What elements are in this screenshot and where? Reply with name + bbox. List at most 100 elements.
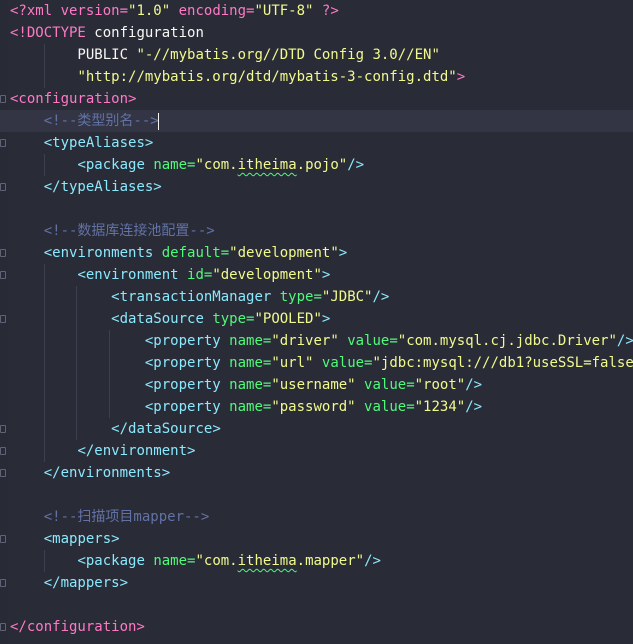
code-editor[interactable]: <?xml version="1.0" encoding="UTF-8" ?> <…: [0, 0, 633, 638]
code-token: PUBLIC: [10, 47, 137, 63]
code-line-12[interactable]: <environments default="development">: [0, 242, 633, 264]
code-token: package: [85, 157, 154, 173]
indent-guide: [76, 418, 78, 440]
code-token: <!--扫描项目mapper-->: [43, 509, 210, 525]
indent-guide: [44, 550, 46, 572]
code-token: />: [616, 333, 633, 349]
code-token: package: [85, 553, 154, 569]
code-token: "1.0": [128, 3, 171, 19]
code-token: <: [43, 531, 53, 547]
code-line-9[interactable]: </typeAliases>: [0, 176, 633, 198]
code-token: "development": [212, 267, 322, 283]
code-line-28[interactable]: [0, 594, 633, 616]
code-token: <configuration>: [10, 91, 137, 107]
indent-guide: [44, 154, 46, 176]
code-line-29[interactable]: </configuration>: [0, 616, 633, 638]
code-token: </configuration>: [10, 619, 145, 635]
code-token: ?>: [313, 3, 339, 19]
code-line-26[interactable]: <package name="com.itheima.mapper"/>: [0, 550, 633, 572]
code-token: "-//mybatis.org//DTD Config 3.0//EN": [136, 47, 440, 63]
code-token: "root": [414, 377, 466, 393]
code-line-21[interactable]: </environment>: [0, 440, 633, 462]
code-line-13[interactable]: <environment id="development">: [0, 264, 633, 286]
indent-guide: [76, 374, 78, 396]
code-line-19[interactable]: <property name="password" value="1234"/>: [0, 396, 633, 418]
code-line-18[interactable]: <property name="username" value="root"/>: [0, 374, 633, 396]
code-line-17[interactable]: <property name="url" value="jdbc:mysql:/…: [0, 352, 633, 374]
code-token: name=: [229, 355, 272, 371]
code-line-10[interactable]: [0, 198, 633, 220]
code-token: .pojo": [296, 157, 348, 173]
code-token: "jdbc:mysql:///db1?useSSL=false": [372, 355, 633, 371]
indent-guide: [44, 264, 46, 286]
indent-guide: [76, 396, 78, 418]
code-token: >: [321, 311, 331, 327]
code-line-27[interactable]: </mappers>: [0, 572, 633, 594]
code-token: "password": [271, 399, 356, 415]
code-line-8[interactable]: <package name="com.itheima.pojo"/>: [0, 154, 633, 176]
code-line-25[interactable]: <mappers>: [0, 528, 633, 550]
code-token: name=: [229, 333, 272, 349]
code-token: value=: [364, 399, 415, 415]
code-line-15[interactable]: <dataSource type="POOLED">: [0, 308, 633, 330]
code-token: </: [43, 575, 61, 591]
code-token: "driver": [271, 333, 339, 349]
code-line-7[interactable]: <typeAliases>: [0, 132, 633, 154]
code-line-4[interactable]: "http://mybatis.org/dtd/mybatis-3-config…: [0, 66, 633, 88]
code-token: mappers: [52, 531, 112, 547]
indent-guide: [44, 44, 46, 66]
indent-guide: [44, 418, 46, 440]
code-token: configuration: [94, 25, 204, 41]
code-token: />: [347, 157, 365, 173]
code-token: value=: [321, 355, 373, 371]
code-line-22[interactable]: </environments>: [0, 462, 633, 484]
code-line-16[interactable]: <property name="driver" value="com.mysql…: [0, 330, 633, 352]
indent-guide: [44, 308, 46, 330]
code-token: >: [119, 575, 129, 591]
code-token: property: [153, 377, 230, 393]
code-token: "UTF-8": [254, 3, 314, 19]
code-token: typeAliases: [52, 135, 145, 151]
code-token: .mapper": [296, 553, 365, 569]
code-line-24[interactable]: <!--扫描项目mapper-->: [0, 506, 633, 528]
code-token: >: [321, 267, 331, 283]
code-token: >: [153, 179, 162, 195]
indent-guide: [76, 286, 78, 308]
code-token: >: [212, 421, 221, 437]
code-token: "com.: [195, 553, 238, 569]
code-line-11[interactable]: <!--数据库连接池配置-->: [0, 220, 633, 242]
code-line-3[interactable]: PUBLIC "-//mybatis.org//DTD Config 3.0//…: [0, 44, 633, 66]
indent-guide: [108, 374, 110, 396]
code-token: "username": [271, 377, 356, 393]
code-token: value=: [347, 333, 398, 349]
code-token: version=: [60, 3, 129, 19]
code-token: <!DOCTYPE: [10, 25, 95, 41]
code-token: property: [153, 399, 230, 415]
indent-guide: [108, 352, 110, 374]
code-line-23[interactable]: [0, 484, 633, 506]
code-line-2[interactable]: <!DOCTYPE configuration: [0, 22, 633, 44]
code-line-20[interactable]: </dataSource>: [0, 418, 633, 440]
code-token: name=: [229, 399, 272, 415]
code-line-5[interactable]: <configuration>: [0, 88, 633, 110]
code-token: environments: [60, 465, 162, 481]
code-line-1[interactable]: <?xml version="1.0" encoding="UTF-8" ?>: [0, 0, 633, 22]
code-token: >: [338, 245, 348, 261]
code-line-6[interactable]: <!--类型别名-->: [0, 110, 633, 132]
code-token: >: [111, 531, 120, 547]
code-token: type=: [279, 289, 322, 305]
spelling-warning: itheima: [237, 157, 297, 173]
code-token: "http://mybatis.org/dtd/mybatis-3-config…: [77, 69, 457, 85]
code-line-14[interactable]: <transactionManager type="JDBC"/>: [0, 286, 633, 308]
code-token: "url": [271, 355, 314, 371]
